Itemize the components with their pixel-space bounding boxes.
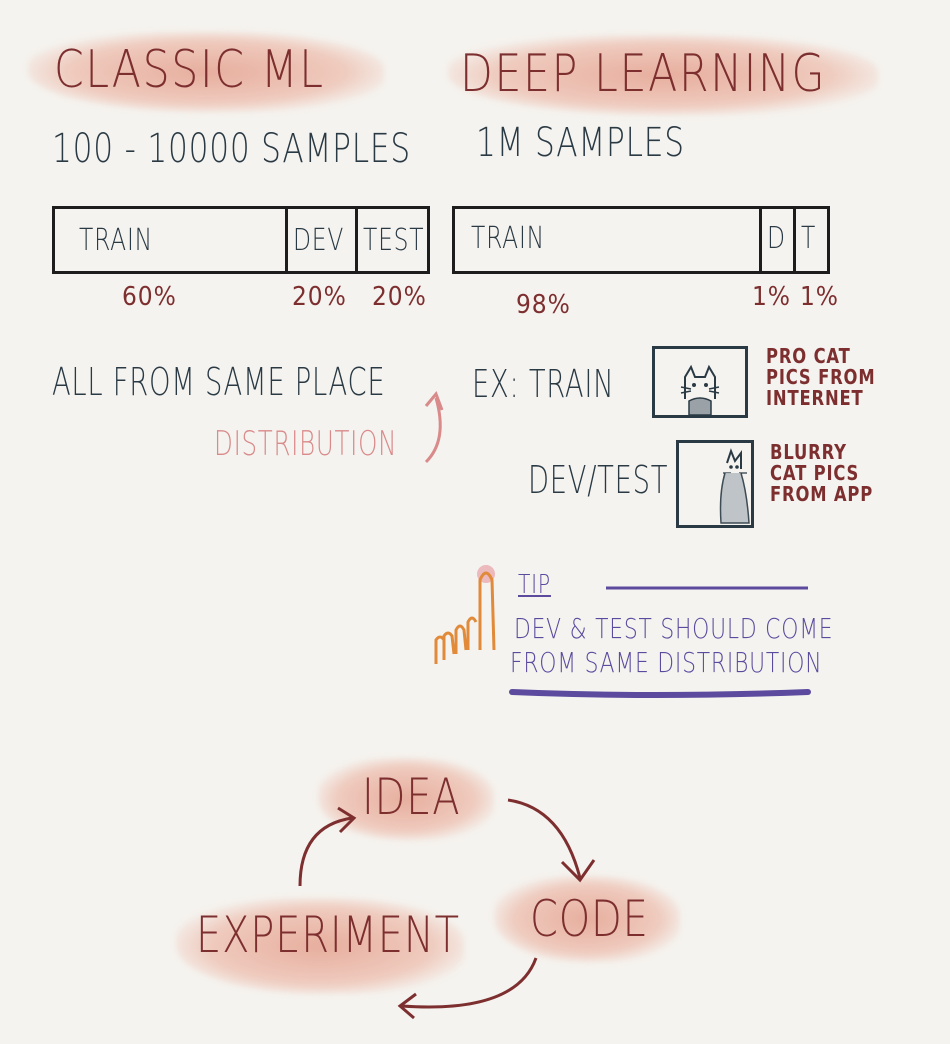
example-train-label: EX: TRAIN [472, 362, 615, 406]
deep-learning-split-bar: TRAIN D T [452, 206, 830, 274]
bar-divider [355, 209, 358, 271]
tip-bottom-line [509, 689, 811, 698]
tip-line-1: DEV & TEST SHOULD COME [514, 612, 834, 645]
bar-divider [285, 209, 288, 271]
pro-cat-note-line: PICS FROM [766, 365, 876, 389]
deep-dev-label: D [767, 221, 786, 256]
blurry-cat-note-line: FROM APP [770, 482, 874, 506]
classic-ml-split-bar: TRAIN DEV TEST [52, 206, 430, 274]
classic-dev-percent: 20% [292, 282, 347, 312]
tip-title: TIP [518, 570, 551, 600]
classic-train-label: TRAIN [79, 223, 153, 258]
cycle-idea: IDEA [362, 768, 461, 826]
deep-dev-percent: 1% [752, 282, 791, 312]
idea-to-code-arrow [507, 798, 582, 879]
blurry-cat-note: BLURRY CAT PICS FROM APP [770, 442, 873, 505]
bar-divider [759, 209, 762, 271]
cycle-experiment: EXPERIMENT [196, 906, 460, 964]
distribution-arrow-head [424, 391, 444, 411]
classic-test-label: TEST [363, 223, 425, 258]
classic-ml-heading: CLASSIC ML [54, 40, 325, 100]
cat-icon [680, 364, 720, 416]
cat-icon [719, 448, 750, 524]
pro-cat-note-line: PRO CAT [766, 344, 851, 368]
pro-cat-note-line: INTERNET [766, 386, 864, 410]
distribution-annotation: DISTRIBUTION [214, 424, 398, 464]
pointing-hand-icon [434, 565, 496, 664]
code-to-experiment-arrow-head [397, 992, 417, 1020]
bar-divider [793, 209, 796, 271]
cycle-code: CODE [530, 890, 649, 948]
pro-cat-note: PRO CAT PICS FROM INTERNET [766, 346, 875, 409]
deep-learning-heading: DEEP LEARNING [460, 44, 827, 104]
deep-test-label: T [801, 221, 817, 256]
classic-dev-label: DEV [293, 223, 345, 258]
classic-test-percent: 20% [372, 282, 427, 312]
pro-cat-picture [652, 346, 748, 418]
classic-train-percent: 60% [122, 282, 177, 312]
blurry-cat-note-line: CAT PICS [770, 461, 860, 485]
distribution-curve-arrow [424, 397, 442, 464]
blurry-cat-note-line: BLURRY [770, 440, 847, 464]
all-from-same-place-note: ALL FROM SAME PLACE [52, 360, 386, 404]
tip-line-2: FROM SAME DISTRIBUTION [510, 646, 823, 679]
deep-train-percent: 98% [516, 290, 571, 320]
example-devtest-label: DEV/TEST [528, 458, 669, 502]
deep-train-label: TRAIN [471, 221, 545, 256]
deep-learning-samples: 1M SAMPLES [476, 120, 685, 166]
classic-ml-samples: 100 - 10000 SAMPLES [52, 126, 411, 172]
blurry-cat-picture [676, 440, 754, 528]
deep-test-percent: 1% [800, 282, 839, 312]
